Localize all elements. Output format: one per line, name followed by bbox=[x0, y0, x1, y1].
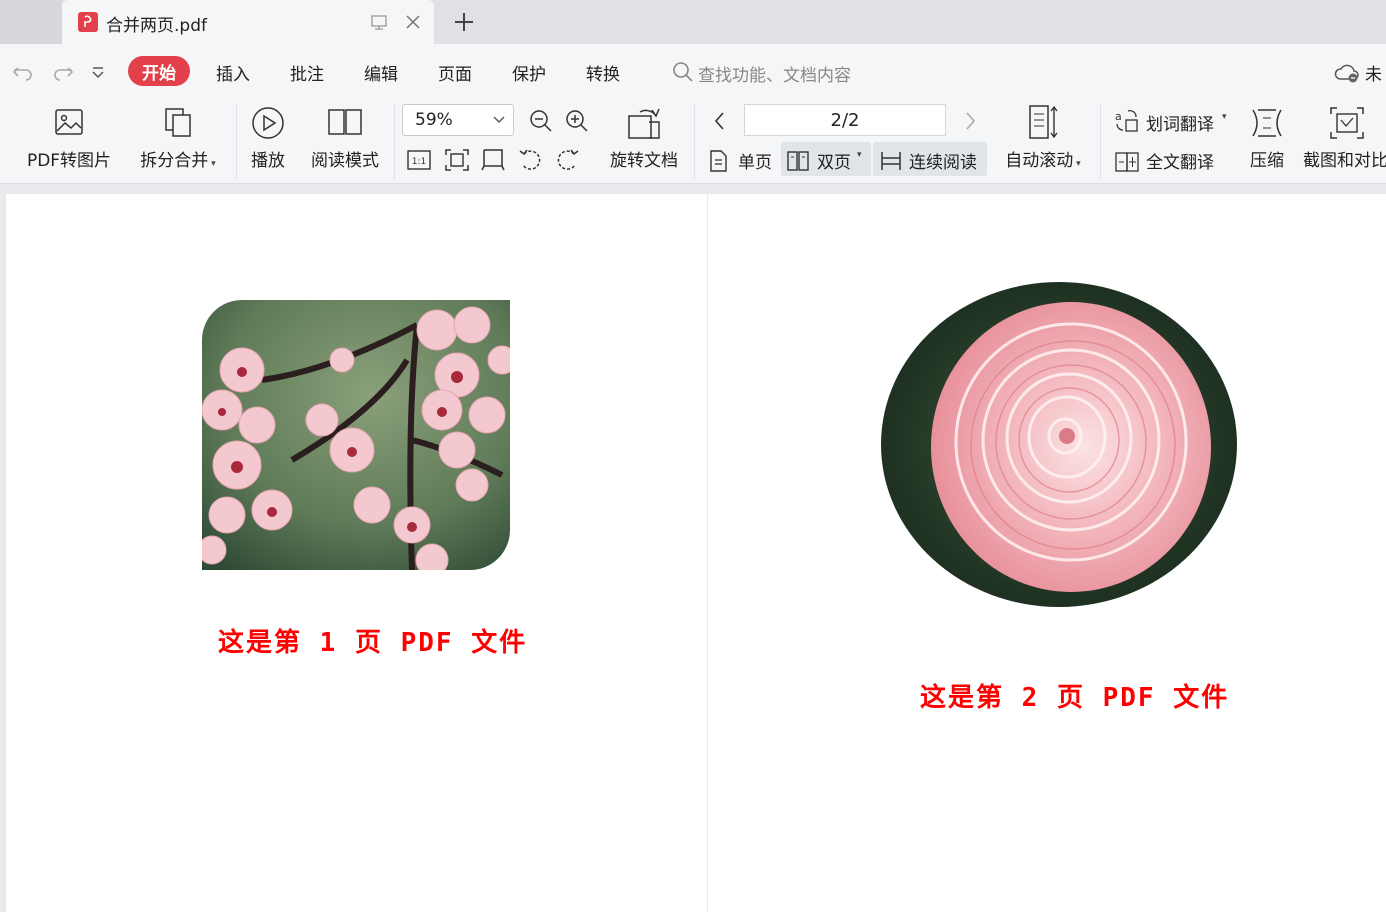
full-translate-label: 全文翻译 bbox=[1146, 153, 1214, 173]
single-page-icon bbox=[710, 150, 727, 172]
tab-bar: 合并两页.pdf bbox=[0, 0, 1386, 44]
pdf-page-1: 这是第 1 页 PDF 文件 bbox=[6, 194, 707, 912]
cherry-blossom-image bbox=[202, 300, 510, 570]
word-translate-button[interactable]: a 划词翻译 ▾ bbox=[1112, 104, 1234, 138]
menu-home[interactable]: 开始 bbox=[128, 56, 190, 86]
split-merge-icon bbox=[165, 108, 191, 137]
word-translate-caret: ▾ bbox=[1222, 112, 1227, 122]
previous-page-icon[interactable] bbox=[712, 110, 728, 132]
page-number-value: 2/2 bbox=[830, 110, 860, 131]
rotate-document-button[interactable]: 旋转文档 bbox=[606, 106, 682, 171]
screenshot-compare-button[interactable]: 截图和对比 bbox=[1303, 106, 1386, 171]
ribbon-separator bbox=[394, 104, 395, 180]
zoom-out-icon[interactable] bbox=[528, 108, 554, 134]
menu-page[interactable]: 页面 bbox=[438, 60, 472, 85]
page-2-caption: 这是第 2 页 PDF 文件 bbox=[920, 683, 1230, 713]
rotate-document-label: 旋转文档 bbox=[610, 151, 678, 171]
pdf-file-icon bbox=[78, 12, 98, 32]
customize-toolbar-icon[interactable] bbox=[90, 62, 106, 82]
zoom-select[interactable]: 59% bbox=[402, 104, 514, 136]
fit-page-icon[interactable] bbox=[444, 148, 470, 172]
ribbon-separator bbox=[1100, 104, 1101, 180]
undo-icon[interactable] bbox=[12, 62, 34, 82]
document-tab[interactable]: 合并两页.pdf bbox=[62, 0, 434, 44]
camellia-flower-image bbox=[881, 282, 1237, 607]
actual-size-icon[interactable]: 1:1 bbox=[406, 148, 432, 172]
pdf-page-2: 这是第 2 页 PDF 文件 bbox=[708, 194, 1386, 912]
read-mode-label: 阅读模式 bbox=[311, 151, 379, 171]
continuous-read-icon bbox=[881, 152, 901, 170]
compress-icon bbox=[1252, 109, 1282, 137]
full-translate-button[interactable]: 全文翻译 bbox=[1112, 142, 1228, 176]
zoom-value: 59% bbox=[415, 110, 453, 130]
image-convert-icon bbox=[55, 109, 83, 135]
ribbon-separator bbox=[236, 104, 237, 180]
pdf-to-image-label: PDF转图片 bbox=[26, 151, 112, 171]
document-tab-title: 合并两页.pdf bbox=[106, 16, 207, 36]
screenshot-compare-label: 截图和对比 bbox=[1303, 151, 1386, 171]
rotate-left-icon[interactable] bbox=[518, 148, 544, 172]
single-page-label: 单页 bbox=[738, 153, 772, 173]
continuous-read-label: 连续阅读 bbox=[909, 153, 977, 173]
menu-insert[interactable]: 插入 bbox=[216, 60, 250, 85]
compress-button[interactable]: 压缩 bbox=[1246, 106, 1288, 171]
split-merge-label: 拆分合并 ▾ bbox=[140, 151, 216, 171]
double-page-icon bbox=[787, 151, 809, 171]
ribbon-toolbar: PDF转图片 拆分合并 ▾ 播放 阅读模式 59% 1:1 旋转文档 2/2 单… bbox=[0, 98, 1386, 184]
menu-annotate[interactable]: 批注 bbox=[290, 60, 324, 85]
fit-width-icon[interactable] bbox=[480, 148, 506, 172]
auto-scroll-button[interactable]: 自动滚动 ▾ bbox=[1000, 104, 1086, 171]
book-icon bbox=[328, 109, 362, 135]
chevron-down-icon bbox=[493, 116, 505, 123]
next-page-icon[interactable] bbox=[962, 110, 978, 132]
rotate-document-icon bbox=[628, 108, 660, 139]
menu-bar: 开始 插入 批注 编辑 页面 保护 转换 查找功能、文档内容 未 bbox=[0, 44, 1386, 98]
continuous-read-button[interactable]: 连续阅读 bbox=[873, 142, 987, 176]
page-number-input[interactable]: 2/2 bbox=[744, 104, 946, 136]
auto-scroll-icon bbox=[1029, 105, 1058, 139]
ribbon-separator bbox=[694, 104, 695, 180]
play-label: 播放 bbox=[251, 151, 285, 171]
menu-edit[interactable]: 编辑 bbox=[364, 60, 398, 85]
cloud-sync-icon[interactable] bbox=[1334, 62, 1360, 84]
full-translate-icon bbox=[1115, 152, 1139, 172]
translate-icon: a bbox=[1115, 110, 1138, 132]
play-icon bbox=[252, 107, 284, 139]
auto-scroll-label: 自动滚动 ▾ bbox=[1005, 151, 1081, 171]
tab-bar-home-area[interactable] bbox=[0, 0, 62, 44]
close-tab-icon[interactable] bbox=[404, 13, 422, 31]
menu-protect[interactable]: 保护 bbox=[512, 60, 546, 85]
zoom-in-icon[interactable] bbox=[564, 108, 590, 134]
double-page-label: 双页 bbox=[817, 153, 851, 173]
compress-label: 压缩 bbox=[1250, 151, 1284, 171]
svg-text:1:1: 1:1 bbox=[412, 157, 426, 167]
play-button[interactable]: 播放 bbox=[246, 106, 290, 171]
svg-text:a: a bbox=[1115, 110, 1122, 123]
redo-icon[interactable] bbox=[52, 62, 74, 82]
plus-icon[interactable] bbox=[450, 8, 478, 36]
menu-convert[interactable]: 转换 bbox=[586, 60, 620, 85]
single-page-button[interactable]: 单页 bbox=[706, 142, 778, 176]
split-merge-button[interactable]: 拆分合并 ▾ bbox=[136, 106, 220, 171]
screenshot-compare-icon bbox=[1330, 107, 1364, 139]
monitor-icon[interactable] bbox=[370, 13, 388, 31]
search-placeholder: 查找功能、文档内容 bbox=[698, 66, 851, 86]
read-mode-button[interactable]: 阅读模式 bbox=[308, 106, 382, 171]
document-viewer[interactable]: 这是第 1 页 PDF 文件 这是第 2 页 PDF 文件 bbox=[0, 185, 1386, 912]
double-page-caret: ▾ bbox=[857, 150, 862, 160]
rotate-right-icon[interactable] bbox=[554, 148, 580, 172]
pdf-to-image-button[interactable]: PDF转图片 bbox=[22, 106, 116, 171]
double-page-button[interactable]: 双页 ▾ bbox=[781, 142, 871, 176]
search-icon bbox=[673, 62, 693, 82]
page-1-caption: 这是第 1 页 PDF 文件 bbox=[218, 628, 528, 658]
word-translate-label: 划词翻译 bbox=[1146, 115, 1214, 135]
account-status-text[interactable]: 未 bbox=[1365, 60, 1382, 85]
